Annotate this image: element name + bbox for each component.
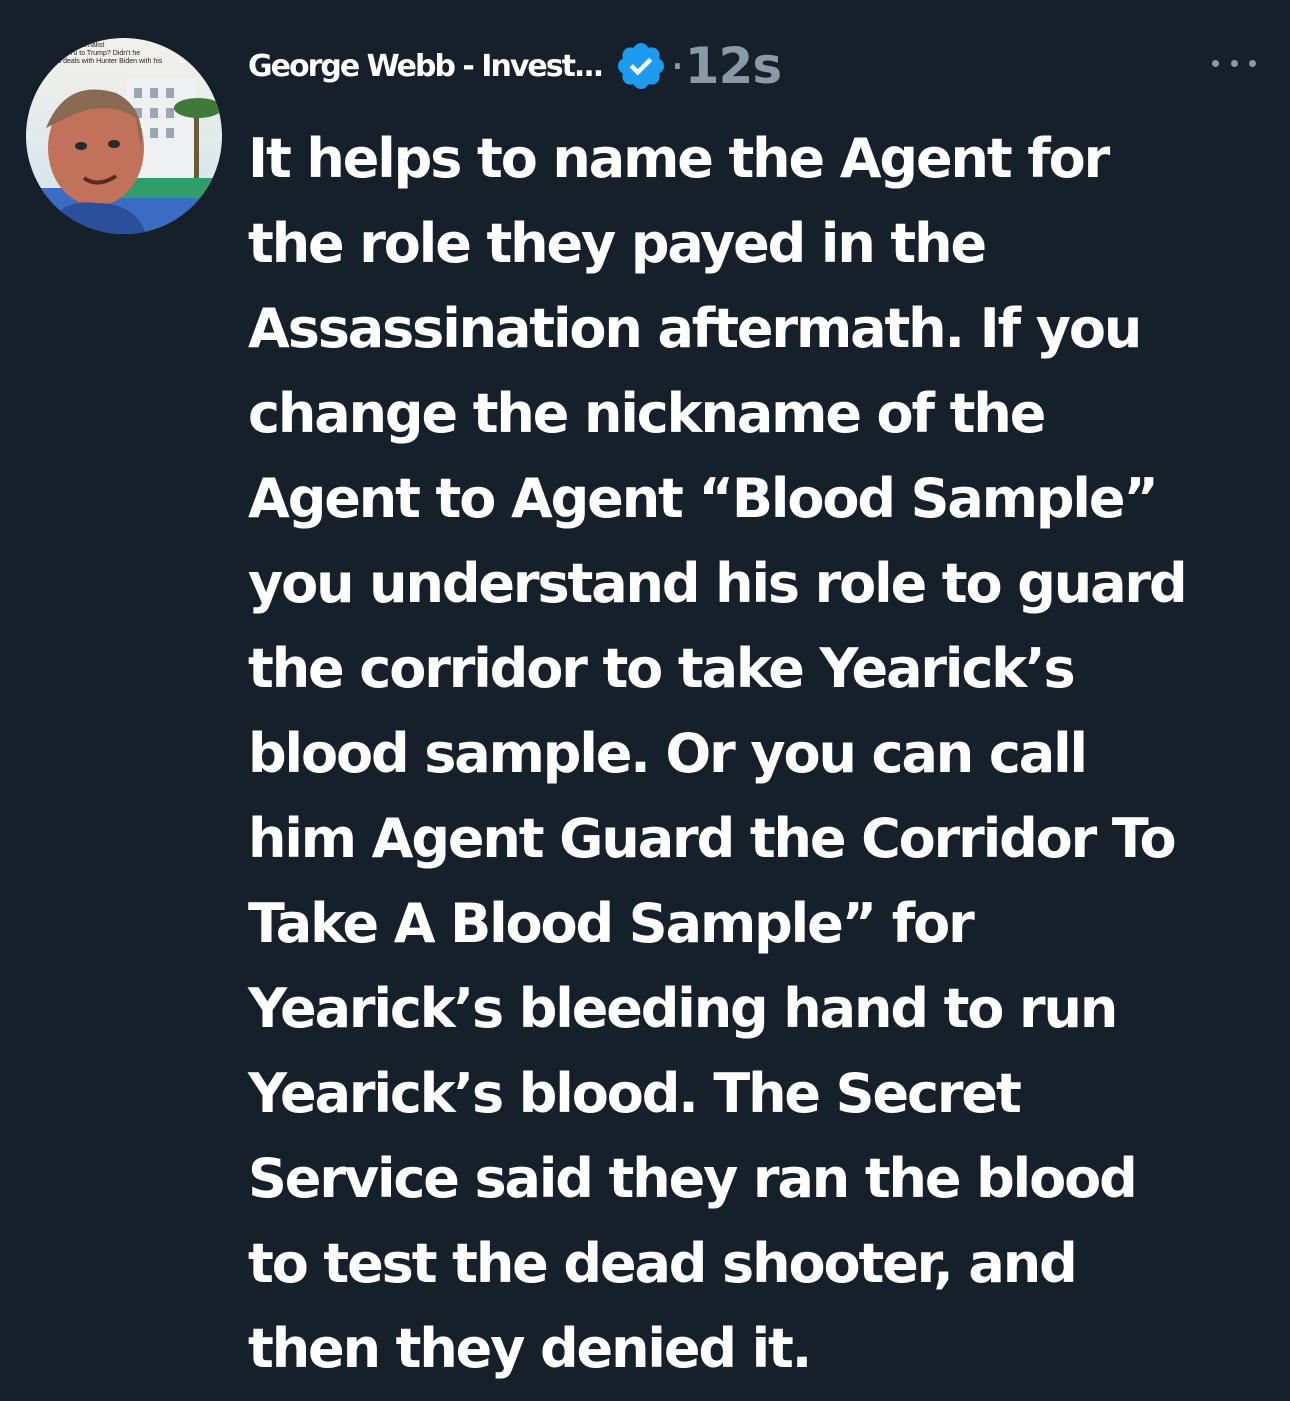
tweet-text-line: It helps to name the Agent for (248, 127, 1110, 190)
avatar-caption-line: ...egative Journalist (44, 42, 105, 49)
separator-dot: · (670, 39, 685, 93)
avatar[interactable]: ...egative Journalist ...me of Yu to Tru… (26, 38, 222, 234)
tweet-header: George Webb - Invest... · 12s (248, 30, 1278, 102)
more-options-icon[interactable] (1212, 48, 1256, 78)
tweet-text-line: you understand his role to guard (248, 552, 1188, 615)
tweet-timestamp[interactable]: 12s (685, 37, 782, 95)
author-display-name[interactable]: George Webb - Invest... (248, 49, 604, 84)
tweet-text-line: the corridor to take Yearick’s (248, 637, 1076, 700)
tweet-text-line: the role they payed in the (248, 212, 987, 275)
tweet-text: It helps to name the Agent for the role … (248, 116, 1278, 1391)
verified-badge-icon[interactable] (614, 39, 668, 93)
avatar-caption: ...egative Journalist ...me of Yu to Tru… (44, 42, 214, 66)
tweet-text-line: Service said they ran the blood (248, 1147, 1138, 1210)
tweet-text-line: change the nickname of the (248, 382, 1046, 445)
tweet-text-line: to test the dead shooter, and (248, 1232, 1078, 1295)
tweet-text-line: Assassination aftermath. If you (248, 297, 1142, 360)
tweet-text-line: Yearick’s blood. The Secret (248, 1062, 1022, 1125)
avatar-image (26, 38, 222, 234)
tweet-text-line: blood sample. Or you can call (248, 722, 1088, 785)
avatar-caption-line: ...me of Yu to Trump? Didn't he (44, 50, 141, 57)
tweet-text-line: Agent to Agent “Blood Sample” (248, 467, 1159, 530)
tweet-text-line: Take A Blood Sample” for (248, 892, 975, 955)
more-dot (1212, 59, 1219, 67)
tweet[interactable]: ...egative Journalist ...me of Yu to Tru… (0, 0, 1290, 1401)
tweet-text-line: then they denied it. (248, 1317, 812, 1380)
tweet-text-line: him Agent Guard the Corridor To (248, 807, 1177, 870)
more-dot (1249, 59, 1256, 67)
avatar-caption-line: ...ons deals with Hunter Biden with his (44, 58, 163, 65)
more-dot (1230, 59, 1238, 67)
tweet-text-line: Yearick’s bleeding hand to run (248, 977, 1118, 1040)
